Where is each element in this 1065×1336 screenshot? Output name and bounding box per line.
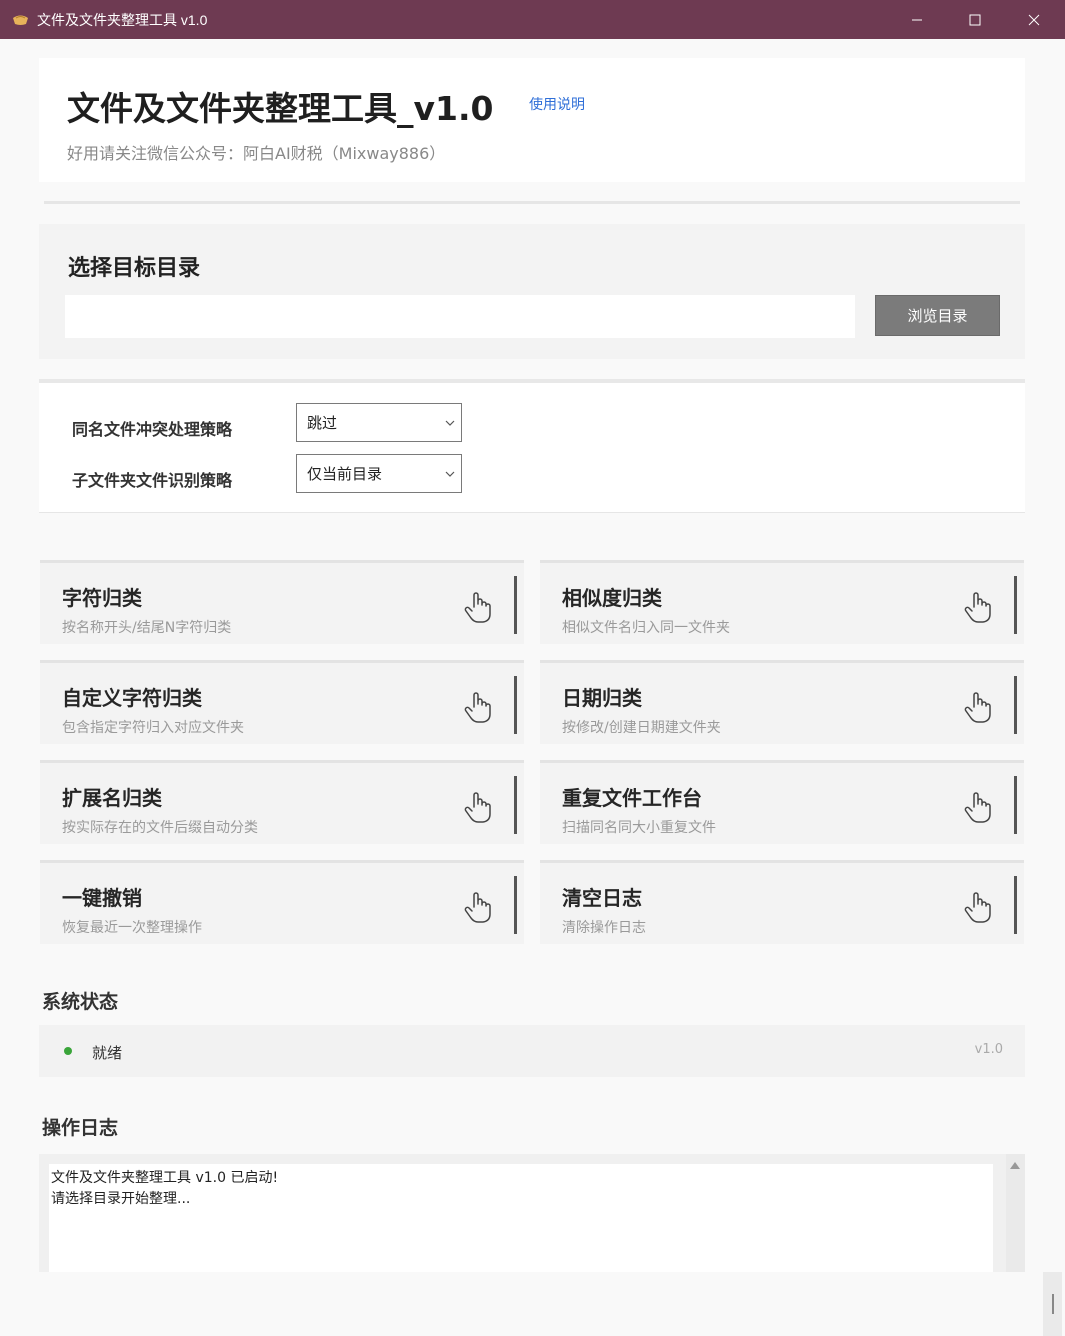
action-title: 日期归类 — [562, 686, 642, 710]
directory-input[interactable] — [65, 295, 855, 338]
hand-pointer-icon — [462, 790, 494, 824]
hand-pointer-icon — [462, 890, 494, 924]
action-description: 包含指定字符归入对应文件夹 — [62, 720, 244, 736]
options-card: 同名文件冲突处理策略 跳过 子文件夹文件识别策略 仅当前目录 — [39, 379, 1025, 513]
title-bar: 文件及文件夹整理工具 v1.0 — [0, 0, 1065, 39]
hand-pointer-icon — [462, 690, 494, 724]
action-accent-bar — [514, 676, 517, 734]
conflict-strategy-select[interactable]: 跳过 — [296, 403, 462, 442]
action-accent-bar — [1014, 676, 1017, 734]
hand-pointer-icon — [962, 590, 994, 624]
action-accent-bar — [514, 776, 517, 834]
directory-card: 选择目标目录 浏览目录 — [39, 224, 1025, 359]
window-scrollbar[interactable] — [1043, 1272, 1062, 1336]
scroll-up-icon[interactable] — [1010, 1162, 1020, 1169]
maximize-icon — [969, 14, 981, 25]
version-label: v1.0 — [974, 1042, 1003, 1057]
status-card: 就绪 v1.0 — [39, 1025, 1025, 1077]
action-title: 一键撤销 — [62, 886, 142, 910]
action-accent-bar — [1014, 576, 1017, 634]
action-title: 重复文件工作台 — [562, 786, 702, 810]
action-description: 按名称开头/结尾N字符归类 — [62, 620, 232, 636]
divider — [44, 201, 1020, 204]
page-title: 文件及文件夹整理工具_v1.0 — [67, 89, 494, 128]
log-textarea[interactable]: 文件及文件夹整理工具 v1.0 已启动! 请选择目录开始整理... — [49, 1164, 993, 1272]
chevron-down-icon — [445, 471, 455, 477]
action-accent-bar — [514, 876, 517, 934]
chevron-down-icon — [445, 420, 455, 426]
log-panel: 文件及文件夹整理工具 v1.0 已启动! 请选择目录开始整理... — [39, 1154, 1025, 1272]
log-section-title: 操作日志 — [42, 1117, 119, 1139]
hand-pointer-icon — [462, 590, 494, 624]
log-scrollbar[interactable] — [1006, 1154, 1025, 1272]
minimize-button[interactable] — [888, 0, 946, 39]
action-accent-bar — [1014, 876, 1017, 934]
close-icon — [1028, 14, 1040, 25]
status-text: 就绪 — [92, 1044, 123, 1062]
close-button[interactable] — [1005, 0, 1063, 39]
action-accent-bar — [514, 576, 517, 634]
help-link[interactable]: 使用说明 — [529, 94, 585, 114]
status-dot-icon — [64, 1047, 72, 1055]
action-description: 按修改/创建日期建文件夹 — [562, 720, 721, 736]
subtitle: 好用请关注微信公众号：阿白AI财税（Mixway886） — [67, 144, 446, 163]
action-title: 清空日志 — [562, 886, 642, 910]
subfolder-strategy-label: 子文件夹文件识别策略 — [72, 471, 233, 490]
action-button-5[interactable]: 重复文件工作台扫描同名同大小重复文件 — [540, 760, 1024, 844]
maximize-button[interactable] — [946, 0, 1004, 39]
action-description: 清除操作日志 — [562, 920, 646, 936]
action-button-1[interactable]: 相似度归类相似文件名归入同一文件夹 — [540, 560, 1024, 644]
action-title: 字符归类 — [62, 586, 142, 610]
action-accent-bar — [1014, 776, 1017, 834]
conflict-strategy-value: 跳过 — [307, 414, 338, 432]
action-title: 相似度归类 — [562, 586, 662, 610]
app-icon — [13, 15, 28, 25]
hand-pointer-icon — [962, 890, 994, 924]
log-line: 文件及文件夹整理工具 v1.0 已启动! — [51, 1170, 279, 1186]
action-description: 按实际存在的文件后缀自动分类 — [62, 820, 258, 836]
subfolder-strategy-select[interactable]: 仅当前目录 — [296, 454, 462, 493]
action-button-7[interactable]: 清空日志清除操作日志 — [540, 860, 1024, 944]
action-title: 自定义字符归类 — [62, 686, 202, 710]
action-button-4[interactable]: 扩展名归类按实际存在的文件后缀自动分类 — [40, 760, 524, 844]
action-button-2[interactable]: 自定义字符归类包含指定字符归入对应文件夹 — [40, 660, 524, 744]
action-description: 恢复最近一次整理操作 — [62, 920, 202, 936]
log-line: 请选择目录开始整理... — [51, 1191, 191, 1207]
action-description: 相似文件名归入同一文件夹 — [562, 620, 730, 636]
status-section-title: 系统状态 — [42, 991, 119, 1013]
conflict-strategy-label: 同名文件冲突处理策略 — [72, 420, 233, 439]
minimize-icon — [912, 19, 922, 20]
action-description: 扫描同名同大小重复文件 — [562, 820, 716, 836]
action-button-3[interactable]: 日期归类按修改/创建日期建文件夹 — [540, 660, 1024, 744]
hand-pointer-icon — [962, 690, 994, 724]
header-card: 文件及文件夹整理工具_v1.0 使用说明 好用请关注微信公众号：阿白AI财税（M… — [39, 58, 1025, 182]
directory-title: 选择目标目录 — [68, 256, 201, 281]
window-title: 文件及文件夹整理工具 v1.0 — [37, 12, 208, 28]
action-button-6[interactable]: 一键撤销恢复最近一次整理操作 — [40, 860, 524, 944]
action-title: 扩展名归类 — [62, 786, 162, 810]
browse-button[interactable]: 浏览目录 — [875, 295, 1000, 336]
scrollbar-thumb[interactable] — [1052, 1294, 1054, 1314]
hand-pointer-icon — [962, 790, 994, 824]
action-button-0[interactable]: 字符归类按名称开头/结尾N字符归类 — [40, 560, 524, 644]
subfolder-strategy-value: 仅当前目录 — [307, 465, 383, 483]
